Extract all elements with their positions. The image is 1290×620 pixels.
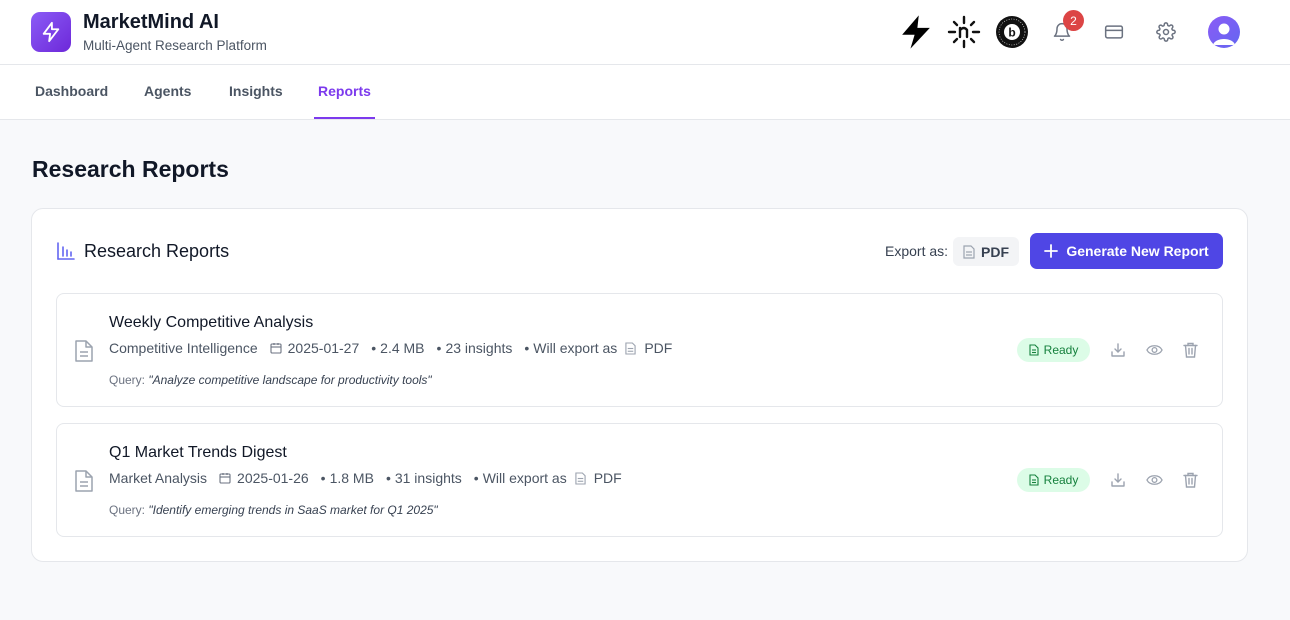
bolt-icon[interactable]: [898, 14, 934, 50]
file-check-icon: [1029, 344, 1039, 356]
status-label: Ready: [1043, 473, 1079, 487]
file-icon: [963, 244, 975, 259]
report-size: 2.4 MB: [380, 340, 425, 356]
generate-report-button[interactable]: Generate New Report: [1030, 233, 1223, 269]
report-export-format: PDF: [644, 340, 673, 356]
query-label: Query:: [109, 373, 146, 387]
panel-title: Research Reports: [84, 241, 230, 261]
tab-insights[interactable]: Insights: [225, 65, 287, 119]
download-button[interactable]: [1108, 340, 1128, 360]
query-label: Query:: [109, 503, 146, 517]
file-check-icon: [1029, 474, 1039, 486]
generate-report-label: Generate New Report: [1066, 243, 1209, 259]
status-badge: Ready: [1017, 338, 1090, 362]
tab-bar: Dashboard Agents Insights Reports: [0, 65, 1290, 120]
credit-card-icon[interactable]: [1096, 14, 1132, 50]
document-icon: [75, 340, 93, 362]
report-insights: 23 insights: [445, 340, 513, 356]
svg-text:b: b: [1008, 26, 1015, 40]
file-icon: [575, 471, 586, 485]
document-icon: [75, 470, 93, 492]
report-meta: Market Analysis 2025-01-26 • 1.8 MB • 31 i…: [109, 470, 622, 486]
app-title: MarketMind AI: [83, 11, 219, 33]
report-export-prefix: Will export as: [482, 470, 567, 486]
view-button[interactable]: [1144, 340, 1164, 360]
app-subtitle: Multi-Agent Research Platform: [83, 38, 267, 53]
report-title: Weekly Competitive Analysis: [109, 314, 314, 331]
report-query: Query: "Identify emerging trends in SaaS…: [109, 503, 438, 517]
status-label: Ready: [1043, 343, 1079, 357]
report-category: Competitive Intelligence: [109, 340, 258, 356]
report-date: 2025-01-27: [287, 340, 360, 356]
tab-dashboard[interactable]: Dashboard: [31, 65, 112, 119]
calendar-icon: [270, 343, 282, 354]
report-query: Query: "Analyze competitive landscape fo…: [109, 373, 432, 387]
report-title: Q1 Market Trends Digest: [109, 444, 287, 461]
eye-icon: [1145, 475, 1163, 485]
eye-icon: [1145, 345, 1163, 355]
report-size: 1.8 MB: [329, 470, 374, 486]
n8n-icon[interactable]: [946, 14, 982, 50]
file-icon: [625, 341, 636, 355]
notification-badge: 2: [1063, 10, 1084, 31]
download-icon: [1111, 343, 1125, 357]
plus-icon: [1044, 244, 1059, 258]
download-button[interactable]: [1108, 470, 1128, 490]
status-badge: Ready: [1017, 468, 1090, 492]
report-insights: 31 insights: [394, 470, 462, 486]
trash-icon: [1182, 472, 1198, 488]
top-header: MarketMind AI Multi-Agent Research Platf…: [0, 0, 1290, 65]
gear-icon[interactable]: [1148, 14, 1184, 50]
user-icon: [1213, 23, 1235, 45]
report-meta: Competitive Intelligence 2025-01-27 • 2.4…: [109, 340, 673, 356]
export-format-select[interactable]: PDF: [953, 237, 1019, 266]
report-item[interactable]: Weekly Competitive Analysis Competitive …: [56, 293, 1223, 407]
query-text: "Analyze competitive landscape for produ…: [148, 373, 432, 387]
export-label: Export as:: [885, 243, 949, 259]
report-item[interactable]: Q1 Market Trends Digest Market Analysis …: [56, 423, 1223, 537]
report-date: 2025-01-26: [237, 470, 309, 486]
calendar-icon: [219, 473, 231, 484]
b-logo-icon[interactable]: b: [994, 14, 1030, 50]
app-logo[interactable]: [31, 12, 71, 52]
report-export-format: PDF: [593, 470, 622, 486]
export-format-label: PDF: [981, 243, 1009, 260]
report-category: Market Analysis: [109, 470, 208, 486]
delete-button[interactable]: [1180, 470, 1200, 490]
tab-reports[interactable]: Reports: [314, 65, 375, 119]
delete-button[interactable]: [1180, 340, 1200, 360]
view-button[interactable]: [1144, 470, 1164, 490]
query-text: "Identify emerging trends in SaaS market…: [148, 503, 438, 517]
download-icon: [1111, 473, 1125, 487]
tab-agents[interactable]: Agents: [140, 65, 195, 119]
reports-panel: Research Reports Export as: PDF Generate…: [31, 208, 1248, 562]
trash-icon: [1182, 342, 1198, 358]
lightning-icon: [42, 21, 60, 43]
avatar[interactable]: [1208, 16, 1240, 48]
report-export-prefix: Will export as: [533, 340, 618, 356]
page-title: Research Reports: [32, 156, 229, 182]
bar-chart-icon: [57, 242, 75, 260]
